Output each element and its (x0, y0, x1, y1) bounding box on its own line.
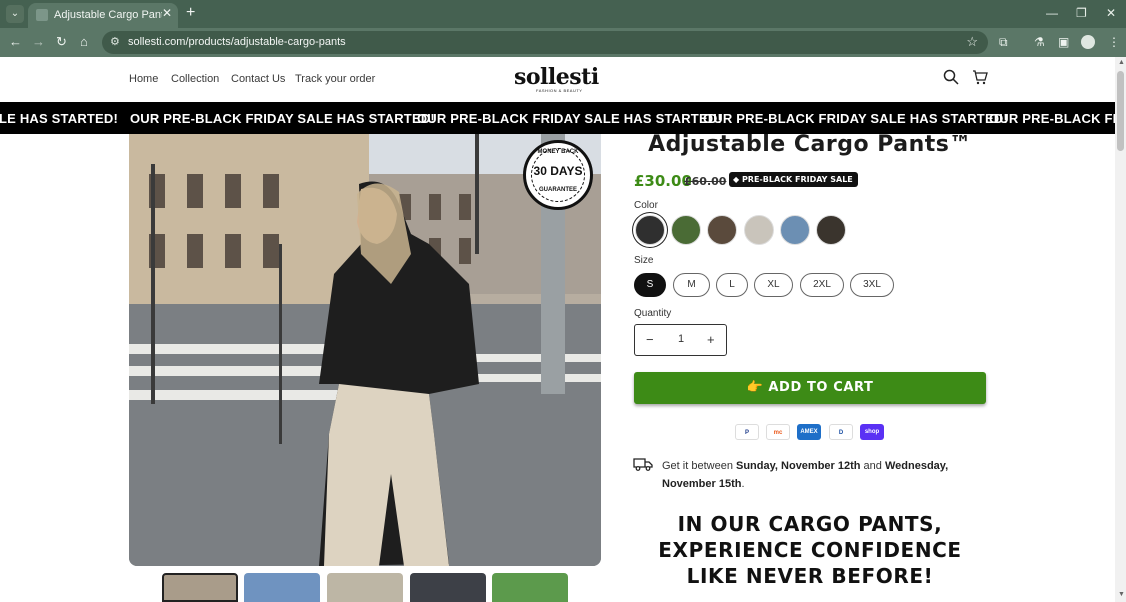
scroll-thumb[interactable] (1117, 71, 1124, 151)
lab-icon[interactable]: ⚗ (1034, 35, 1045, 49)
paypal-icon: P (735, 424, 759, 440)
back-button[interactable]: ← (9, 34, 22, 50)
announcement-text: OUR PRE-BLACK FRIDAY SALE HAS STARTED! (703, 111, 1008, 126)
sale-badge: ◆ PRE-BLACK FRIDAY SALE (729, 172, 858, 187)
tab-title: Adjustable Cargo Pants™ – Sollesti (54, 9, 162, 21)
size-option-2xl[interactable]: 2XL (800, 273, 844, 297)
product-title: Adjustable Cargo Pants™ (648, 132, 972, 157)
add-to-cart-button[interactable]: 👉 ADD TO CART (634, 372, 986, 404)
delivery-prefix: Get it between (662, 460, 736, 472)
size-option-3xl[interactable]: 3XL (850, 273, 894, 297)
thumbnail-4[interactable] (410, 573, 486, 602)
color-swatch-6[interactable] (816, 215, 846, 245)
minimize-button[interactable]: — (1046, 6, 1058, 20)
mastercard-icon: mc (766, 424, 790, 440)
badge-main-text: 30 DAYS (533, 164, 583, 178)
close-window-button[interactable]: ✕ (1106, 6, 1116, 20)
delivery-start-date: Sunday, November 12th (736, 460, 861, 472)
tab-favicon-icon (36, 9, 48, 21)
nav-collection[interactable]: Collection (171, 73, 219, 85)
home-button[interactable]: ⌂ (80, 34, 88, 50)
logo-tagline: FASHION & BEAUTY (536, 88, 583, 93)
thumbnail-2[interactable] (244, 573, 320, 602)
announcement-text: OUR PRE-BLACK FRIDAY SALE HAS STARTED! (417, 111, 722, 126)
announcement-text: OUR PRE-BLACK FRIDA (989, 111, 1115, 126)
color-swatch-1[interactable] (635, 215, 665, 245)
color-label: Color (634, 200, 658, 211)
size-option-m[interactable]: M (673, 273, 710, 297)
shop-pay-icon: shop (860, 424, 884, 440)
quantity-input[interactable]: 1 (673, 333, 689, 345)
quantity-increase-button[interactable]: + (707, 332, 715, 347)
delivery-suffix: . (741, 478, 745, 490)
browser-menu-icon[interactable]: ⋮ (1108, 35, 1120, 49)
thumbnail-3[interactable] (327, 573, 403, 602)
address-bar[interactable]: ⚙ sollesti.com/products/adjustable-cargo… (102, 31, 988, 54)
nav-track-order[interactable]: Track your order (295, 73, 375, 85)
thumbnail-1[interactable] (162, 573, 238, 602)
url-text[interactable]: sollesti.com/products/adjustable-cargo-p… (128, 36, 346, 48)
amex-icon: AMEX (797, 424, 821, 440)
browser-tab[interactable]: Adjustable Cargo Pants™ – Sollesti ✕ (28, 3, 178, 28)
badge-top-text: MONEY BACK (537, 149, 579, 155)
tab-close-icon[interactable]: ✕ (162, 6, 172, 20)
quantity-decrease-button[interactable]: − (646, 332, 654, 347)
delivery-middle: and (860, 460, 885, 472)
promo-heading: IN OUR CARGO PANTS, EXPERIENCE CONFIDENC… (658, 512, 962, 588)
size-option-l[interactable]: L (716, 273, 748, 297)
announcement-text: LE HAS STARTED! (0, 111, 119, 126)
scroll-up-arrow-icon[interactable]: ▲ (1118, 59, 1125, 66)
sale-badge-label: PRE-BLACK FRIDAY SALE (741, 175, 853, 184)
search-icon[interactable] (943, 69, 959, 85)
street-photo (129, 134, 601, 566)
delivery-truck-icon (633, 458, 653, 471)
forward-button[interactable]: → (32, 34, 45, 50)
money-back-guarantee-badge: MONEY BACK 30 DAYS GUARANTEE (523, 140, 593, 210)
tab-list-button[interactable]: ⌄ (6, 5, 24, 23)
announcement-text: OUR PRE-BLACK FRIDAY SALE HAS STARTED! (130, 111, 435, 126)
scroll-down-arrow-icon[interactable]: ▼ (1118, 591, 1125, 598)
cart-icon[interactable] (972, 69, 988, 85)
color-swatch-5[interactable] (780, 215, 810, 245)
reload-button[interactable]: ↻ (56, 34, 67, 50)
nav-home[interactable]: Home (129, 73, 158, 85)
size-option-xl[interactable]: XL (754, 273, 793, 297)
restore-button[interactable]: ❐ (1076, 6, 1087, 20)
site-info-icon[interactable]: ⚙ (110, 35, 120, 48)
color-swatch-4[interactable] (744, 215, 774, 245)
new-tab-button[interactable]: + (186, 4, 195, 22)
color-swatch-2[interactable] (671, 215, 701, 245)
delivery-estimate: Get it between Sunday, November 12th and… (662, 457, 982, 493)
tag-icon: ◆ (733, 175, 742, 184)
size-option-s[interactable]: S (634, 273, 666, 297)
nav-contact-us[interactable]: Contact Us (231, 73, 285, 85)
compare-price: £60.00 (684, 175, 727, 188)
announcement-bar: LE HAS STARTED! OUR PRE-BLACK FRIDAY SAL… (0, 102, 1115, 134)
extensions-icon[interactable]: ⧉ (999, 35, 1008, 50)
page-scrollbar[interactable]: ▲ ▼ (1115, 57, 1126, 602)
browser-tab-bar: ⌄ Adjustable Cargo Pants™ – Sollesti ✕ +… (0, 0, 1126, 28)
quantity-stepper: − 1 + (634, 324, 727, 356)
site-header: Home Collection Contact Us Track your or… (0, 57, 1115, 102)
browser-toolbar: ← → ↻ ⌂ ⚙ sollesti.com/products/adjustab… (0, 28, 1126, 57)
badge-bottom-text: GUARANTEE (538, 187, 577, 193)
site-logo[interactable]: sollesti (514, 64, 599, 90)
product-main-image[interactable] (129, 134, 601, 566)
thumbnail-5[interactable] (492, 573, 568, 602)
side-panel-icon[interactable]: ▣ (1058, 35, 1069, 49)
diners-icon: D (829, 424, 853, 440)
color-swatch-3[interactable] (707, 215, 737, 245)
size-label: Size (634, 255, 654, 266)
bookmark-star-icon[interactable]: ☆ (966, 34, 978, 50)
quantity-label: Quantity (634, 308, 672, 319)
profile-avatar[interactable] (1081, 35, 1095, 49)
